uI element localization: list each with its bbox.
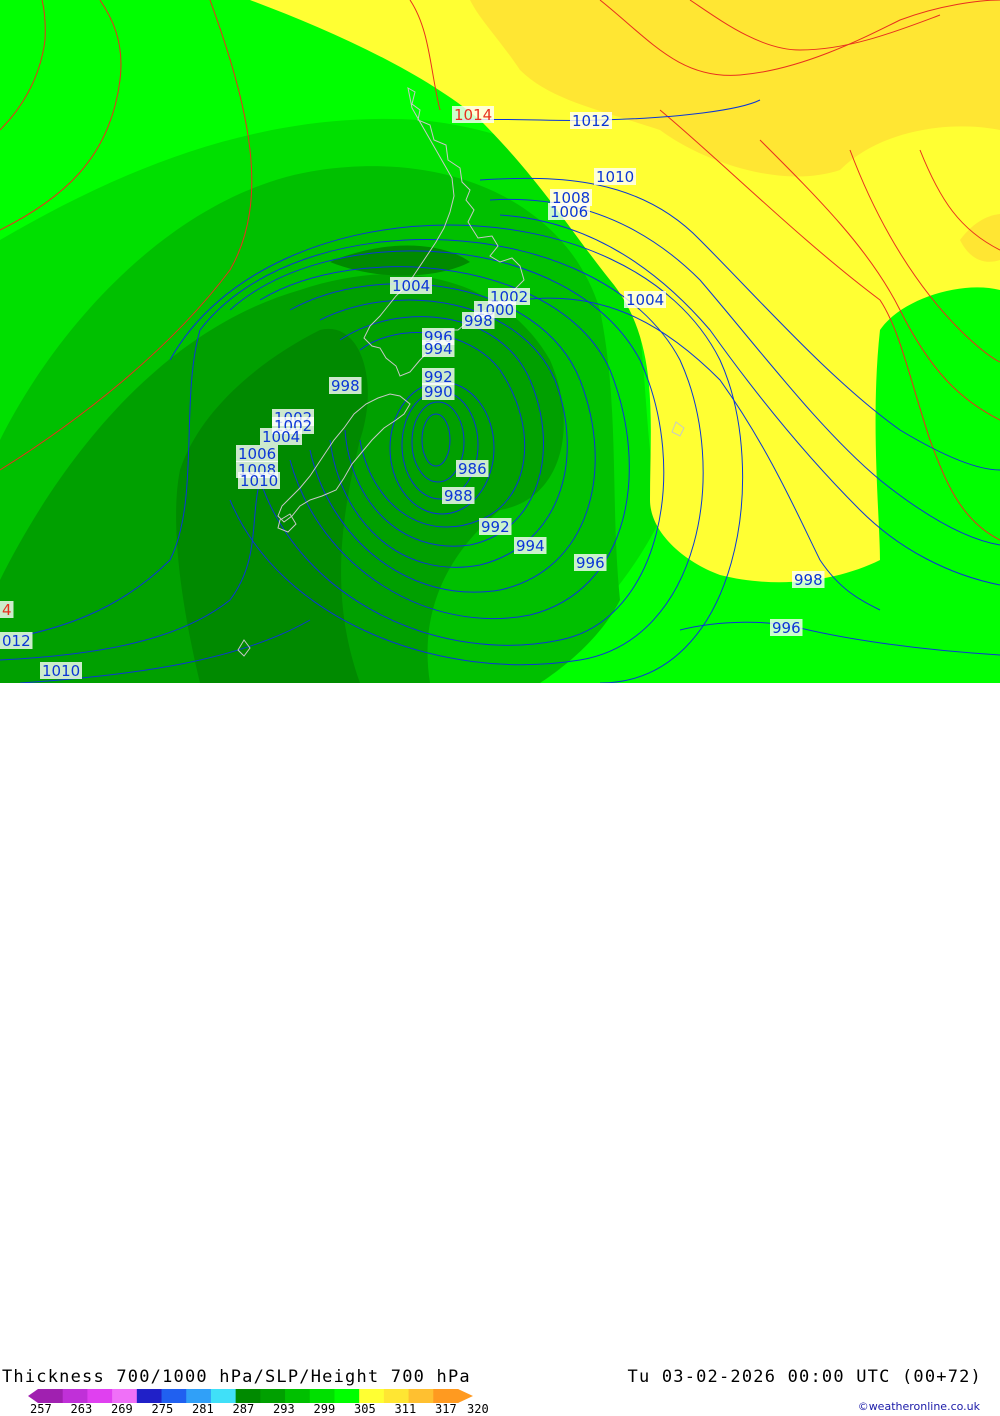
label-text: 4 (2, 601, 12, 619)
scale-tick-label: 269 (111, 1402, 133, 1416)
label-text: 1010 (42, 662, 80, 680)
label-text: 1012 (572, 112, 610, 130)
isobar-label: 1010 (594, 168, 636, 186)
credit-text: ©weatheronline.co.uk (857, 1400, 980, 1413)
thickness-color-scale (28, 1389, 473, 1403)
isobar-label: 012 (0, 632, 33, 650)
scale-swatch (186, 1389, 212, 1403)
valid-time: Tu 03-02-2026 00:00 UTC (00+72) (627, 1367, 982, 1387)
scale-swatch (38, 1389, 64, 1403)
isobar-label: 1010 (238, 472, 280, 490)
isobar-label: 994 (422, 340, 455, 358)
label-text: 998 (794, 571, 823, 589)
scale-tick-label: 299 (313, 1402, 336, 1416)
label-text: 1010 (240, 472, 278, 490)
scale-tick-label: 305 (354, 1402, 376, 1416)
height-contour-label: 4 (0, 601, 14, 619)
isobar-label: 996 (770, 619, 803, 637)
scale-tick-label: 287 (232, 1402, 255, 1416)
scale-swatch (309, 1389, 335, 1403)
isobar-label: 996 (574, 554, 607, 572)
isobar-label: 988 (442, 487, 475, 505)
isobar-label: 1004 (390, 277, 432, 295)
color-scale-ticks: 257 263 269 275 281 287 293 299 305 311 317 320 (30, 1402, 510, 1416)
label-text: 1004 (392, 277, 430, 295)
label-text: 994 (424, 340, 453, 358)
scale-tick-label: 281 (192, 1402, 214, 1416)
label-text: 998 (464, 312, 493, 330)
scale-swatch (408, 1389, 434, 1403)
scale-swatch (136, 1389, 163, 1403)
label-text: 1010 (596, 168, 634, 186)
label-text: 998 (331, 377, 360, 395)
scale-swatch (112, 1389, 138, 1403)
label-text: 996 (576, 554, 605, 572)
scale-tick-label: 320 (467, 1402, 489, 1416)
label-text: 996 (772, 619, 801, 637)
label-text: 990 (424, 383, 453, 401)
scale-tick-label: 317 (435, 1402, 457, 1416)
isobar-label: 1006 (548, 203, 590, 221)
isobar-label: 992 (479, 518, 512, 536)
scale-swatch (285, 1389, 311, 1403)
scale-swatch (433, 1389, 459, 1403)
isobar-label: 994 (514, 537, 547, 555)
scale-swatch (383, 1389, 410, 1403)
scale-swatch (62, 1389, 88, 1403)
scale-arrow-left (28, 1389, 38, 1403)
label-text: 992 (481, 518, 510, 536)
scale-swatch (359, 1389, 385, 1403)
label-text: 986 (458, 460, 487, 478)
label-text: 1014 (454, 106, 492, 124)
map-footer: Thickness 700/1000 hPa/SLP/Height 700 hP… (0, 683, 1000, 1416)
weather-map: 1014 101210101008100610041004100210009989… (0, 0, 1000, 683)
scale-swatch (260, 1389, 286, 1403)
isobar-label: 1004 (624, 291, 666, 309)
label-text: 012 (2, 632, 31, 650)
label-text: 1004 (262, 428, 300, 446)
scale-tick-label: 293 (273, 1402, 295, 1416)
label-text: 994 (516, 537, 545, 555)
isobar-label: 998 (462, 312, 495, 330)
label-text: 988 (444, 487, 473, 505)
scale-swatch (235, 1389, 261, 1403)
chart-title: Thickness 700/1000 hPa/SLP/Height 700 hP… (2, 1367, 471, 1387)
scale-swatch (210, 1389, 237, 1403)
scale-tick-label: 275 (151, 1402, 174, 1416)
label-text: 1006 (550, 203, 588, 221)
scale-swatch (334, 1389, 360, 1403)
isobar-label: 1012 (570, 112, 612, 130)
isobar-label: 990 (422, 383, 455, 401)
isobar-label: 1004 (260, 428, 302, 446)
scale-swatch (87, 1389, 113, 1403)
scale-swatch (161, 1389, 187, 1403)
isobar-label: 1010 (40, 662, 82, 680)
isobar-label: 998 (329, 377, 362, 395)
scale-tick-label: 257 (30, 1402, 52, 1416)
isobar-label: 986 (456, 460, 489, 478)
scale-arrow-right (458, 1389, 473, 1403)
isobar-label: 998 (792, 571, 825, 589)
height-contour-label: 1014 (452, 106, 494, 124)
label-text: 1004 (626, 291, 664, 309)
scale-tick-label: 263 (70, 1402, 93, 1416)
scale-tick-label: 311 (394, 1402, 417, 1416)
